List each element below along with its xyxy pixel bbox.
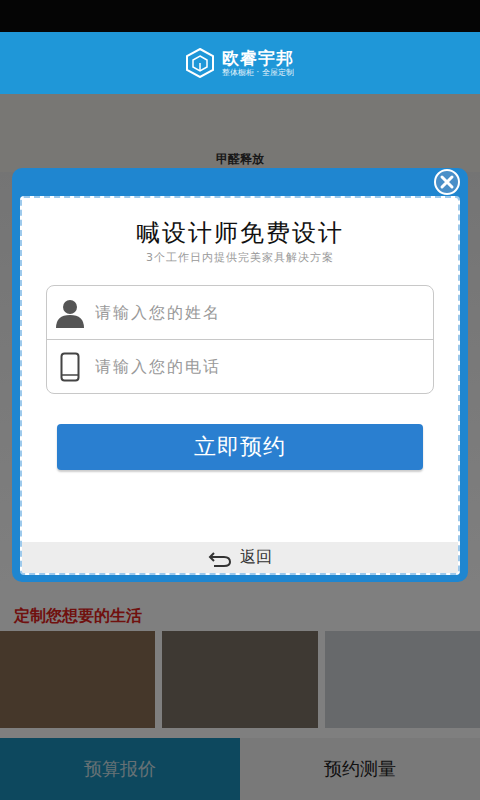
brand-block: 欧睿宇邦整体橱柜 · 全屋定制 — [222, 48, 294, 78]
form-field — [47, 286, 433, 339]
logo-icon — [186, 48, 214, 78]
brand-name: 欧睿宇邦 — [222, 48, 294, 68]
phone-input[interactable] — [93, 356, 425, 377]
dialog-title: 喊设计师免费设计 — [136, 218, 344, 249]
dialog-subtitle: 3个工作日内提供完美家具解决方案 — [146, 251, 334, 265]
name-input[interactable] — [93, 302, 425, 323]
form-field — [47, 339, 433, 393]
brand-tagline: 整体橱柜 · 全屋定制 — [222, 68, 294, 78]
back-arrow-icon — [208, 549, 232, 567]
phone-icon — [55, 351, 85, 383]
appointment-dialog: 喊设计师免费设计 3个工作日内提供完美家具解决方案立即预约返回 — [12, 168, 468, 582]
person-icon — [55, 297, 85, 329]
dialog-body: 喊设计师免费设计 3个工作日内提供完美家具解决方案立即预约返回 — [20, 196, 460, 575]
app-header: 欧睿宇邦整体橱柜 · 全屋定制 — [0, 32, 480, 94]
back-button[interactable]: 返回 — [22, 542, 458, 573]
form-fields — [46, 285, 434, 394]
submit-button[interactable]: 立即预约 — [57, 424, 423, 470]
close-button[interactable] — [434, 169, 460, 195]
back-label: 返回 — [240, 547, 272, 568]
status-bar — [0, 0, 480, 32]
